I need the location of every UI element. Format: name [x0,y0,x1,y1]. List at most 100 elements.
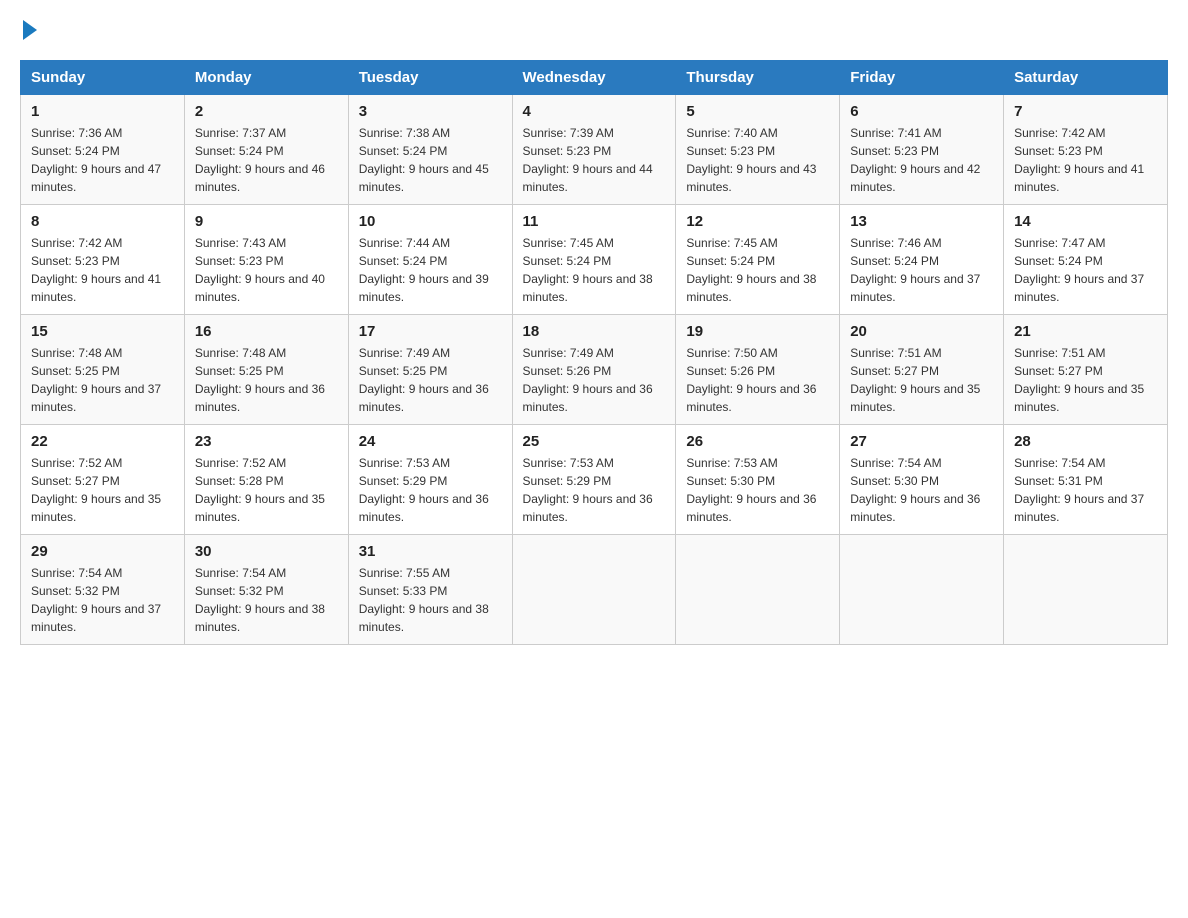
column-header-tuesday: Tuesday [348,61,512,95]
day-info: Sunrise: 7:37 AMSunset: 5:24 PMDaylight:… [195,126,325,194]
day-number: 23 [195,433,338,450]
calendar-cell: 24 Sunrise: 7:53 AMSunset: 5:29 PMDaylig… [348,425,512,535]
calendar-cell: 11 Sunrise: 7:45 AMSunset: 5:24 PMDaylig… [512,205,676,315]
calendar-cell: 29 Sunrise: 7:54 AMSunset: 5:32 PMDaylig… [21,535,185,645]
day-info: Sunrise: 7:38 AMSunset: 5:24 PMDaylight:… [359,126,489,194]
calendar-cell: 19 Sunrise: 7:50 AMSunset: 5:26 PMDaylig… [676,315,840,425]
column-header-saturday: Saturday [1004,61,1168,95]
day-info: Sunrise: 7:54 AMSunset: 5:31 PMDaylight:… [1014,456,1144,524]
day-number: 8 [31,213,174,230]
calendar-cell: 25 Sunrise: 7:53 AMSunset: 5:29 PMDaylig… [512,425,676,535]
day-info: Sunrise: 7:42 AMSunset: 5:23 PMDaylight:… [31,236,161,304]
column-header-thursday: Thursday [676,61,840,95]
day-info: Sunrise: 7:53 AMSunset: 5:29 PMDaylight:… [523,456,653,524]
calendar-cell: 15 Sunrise: 7:48 AMSunset: 5:25 PMDaylig… [21,315,185,425]
day-number: 28 [1014,433,1157,450]
day-number: 20 [850,323,993,340]
calendar-cell: 5 Sunrise: 7:40 AMSunset: 5:23 PMDayligh… [676,95,840,205]
calendar-cell: 8 Sunrise: 7:42 AMSunset: 5:23 PMDayligh… [21,205,185,315]
day-info: Sunrise: 7:53 AMSunset: 5:30 PMDaylight:… [686,456,816,524]
day-number: 17 [359,323,502,340]
day-number: 14 [1014,213,1157,230]
day-info: Sunrise: 7:49 AMSunset: 5:26 PMDaylight:… [523,346,653,414]
day-number: 2 [195,103,338,120]
calendar-cell [1004,535,1168,645]
day-info: Sunrise: 7:46 AMSunset: 5:24 PMDaylight:… [850,236,980,304]
day-number: 9 [195,213,338,230]
day-number: 5 [686,103,829,120]
day-number: 1 [31,103,174,120]
calendar-cell: 21 Sunrise: 7:51 AMSunset: 5:27 PMDaylig… [1004,315,1168,425]
calendar-cell: 23 Sunrise: 7:52 AMSunset: 5:28 PMDaylig… [184,425,348,535]
week-row-1: 1 Sunrise: 7:36 AMSunset: 5:24 PMDayligh… [21,95,1168,205]
day-info: Sunrise: 7:52 AMSunset: 5:27 PMDaylight:… [31,456,161,524]
week-row-2: 8 Sunrise: 7:42 AMSunset: 5:23 PMDayligh… [21,205,1168,315]
calendar-cell: 6 Sunrise: 7:41 AMSunset: 5:23 PMDayligh… [840,95,1004,205]
day-number: 29 [31,543,174,560]
day-number: 18 [523,323,666,340]
day-number: 25 [523,433,666,450]
calendar-cell: 9 Sunrise: 7:43 AMSunset: 5:23 PMDayligh… [184,205,348,315]
day-info: Sunrise: 7:48 AMSunset: 5:25 PMDaylight:… [195,346,325,414]
day-number: 24 [359,433,502,450]
calendar-cell [512,535,676,645]
day-number: 26 [686,433,829,450]
day-info: Sunrise: 7:48 AMSunset: 5:25 PMDaylight:… [31,346,161,414]
calendar-cell: 14 Sunrise: 7:47 AMSunset: 5:24 PMDaylig… [1004,205,1168,315]
day-info: Sunrise: 7:43 AMSunset: 5:23 PMDaylight:… [195,236,325,304]
week-row-3: 15 Sunrise: 7:48 AMSunset: 5:25 PMDaylig… [21,315,1168,425]
column-header-sunday: Sunday [21,61,185,95]
day-number: 19 [686,323,829,340]
calendar-header: SundayMondayTuesdayWednesdayThursdayFrid… [21,61,1168,95]
day-info: Sunrise: 7:44 AMSunset: 5:24 PMDaylight:… [359,236,489,304]
day-number: 7 [1014,103,1157,120]
calendar-cell: 12 Sunrise: 7:45 AMSunset: 5:24 PMDaylig… [676,205,840,315]
day-number: 3 [359,103,502,120]
day-number: 30 [195,543,338,560]
day-info: Sunrise: 7:51 AMSunset: 5:27 PMDaylight:… [850,346,980,414]
day-info: Sunrise: 7:39 AMSunset: 5:23 PMDaylight:… [523,126,653,194]
day-info: Sunrise: 7:53 AMSunset: 5:29 PMDaylight:… [359,456,489,524]
day-number: 31 [359,543,502,560]
day-info: Sunrise: 7:47 AMSunset: 5:24 PMDaylight:… [1014,236,1144,304]
day-info: Sunrise: 7:54 AMSunset: 5:32 PMDaylight:… [31,566,161,634]
day-info: Sunrise: 7:41 AMSunset: 5:23 PMDaylight:… [850,126,980,194]
logo-line1 [20,20,37,40]
calendar-cell: 28 Sunrise: 7:54 AMSunset: 5:31 PMDaylig… [1004,425,1168,535]
calendar-cell: 13 Sunrise: 7:46 AMSunset: 5:24 PMDaylig… [840,205,1004,315]
day-number: 13 [850,213,993,230]
logo-triangle-icon [23,20,37,40]
calendar-cell: 2 Sunrise: 7:37 AMSunset: 5:24 PMDayligh… [184,95,348,205]
day-number: 6 [850,103,993,120]
day-number: 22 [31,433,174,450]
column-header-wednesday: Wednesday [512,61,676,95]
day-number: 4 [523,103,666,120]
page-header [20,20,1168,40]
day-info: Sunrise: 7:54 AMSunset: 5:32 PMDaylight:… [195,566,325,634]
day-number: 15 [31,323,174,340]
logo [20,20,37,40]
day-info: Sunrise: 7:42 AMSunset: 5:23 PMDaylight:… [1014,126,1144,194]
calendar-cell [676,535,840,645]
calendar-body: 1 Sunrise: 7:36 AMSunset: 5:24 PMDayligh… [21,95,1168,645]
calendar-table: SundayMondayTuesdayWednesdayThursdayFrid… [20,60,1168,645]
day-info: Sunrise: 7:50 AMSunset: 5:26 PMDaylight:… [686,346,816,414]
calendar-cell: 10 Sunrise: 7:44 AMSunset: 5:24 PMDaylig… [348,205,512,315]
header-row: SundayMondayTuesdayWednesdayThursdayFrid… [21,61,1168,95]
day-number: 12 [686,213,829,230]
day-info: Sunrise: 7:49 AMSunset: 5:25 PMDaylight:… [359,346,489,414]
calendar-cell: 1 Sunrise: 7:36 AMSunset: 5:24 PMDayligh… [21,95,185,205]
column-header-friday: Friday [840,61,1004,95]
day-info: Sunrise: 7:54 AMSunset: 5:30 PMDaylight:… [850,456,980,524]
calendar-cell: 17 Sunrise: 7:49 AMSunset: 5:25 PMDaylig… [348,315,512,425]
calendar-cell: 20 Sunrise: 7:51 AMSunset: 5:27 PMDaylig… [840,315,1004,425]
column-header-monday: Monday [184,61,348,95]
calendar-cell: 26 Sunrise: 7:53 AMSunset: 5:30 PMDaylig… [676,425,840,535]
day-info: Sunrise: 7:52 AMSunset: 5:28 PMDaylight:… [195,456,325,524]
day-info: Sunrise: 7:36 AMSunset: 5:24 PMDaylight:… [31,126,161,194]
calendar-cell: 22 Sunrise: 7:52 AMSunset: 5:27 PMDaylig… [21,425,185,535]
calendar-cell: 16 Sunrise: 7:48 AMSunset: 5:25 PMDaylig… [184,315,348,425]
week-row-4: 22 Sunrise: 7:52 AMSunset: 5:27 PMDaylig… [21,425,1168,535]
calendar-cell: 18 Sunrise: 7:49 AMSunset: 5:26 PMDaylig… [512,315,676,425]
day-info: Sunrise: 7:45 AMSunset: 5:24 PMDaylight:… [523,236,653,304]
